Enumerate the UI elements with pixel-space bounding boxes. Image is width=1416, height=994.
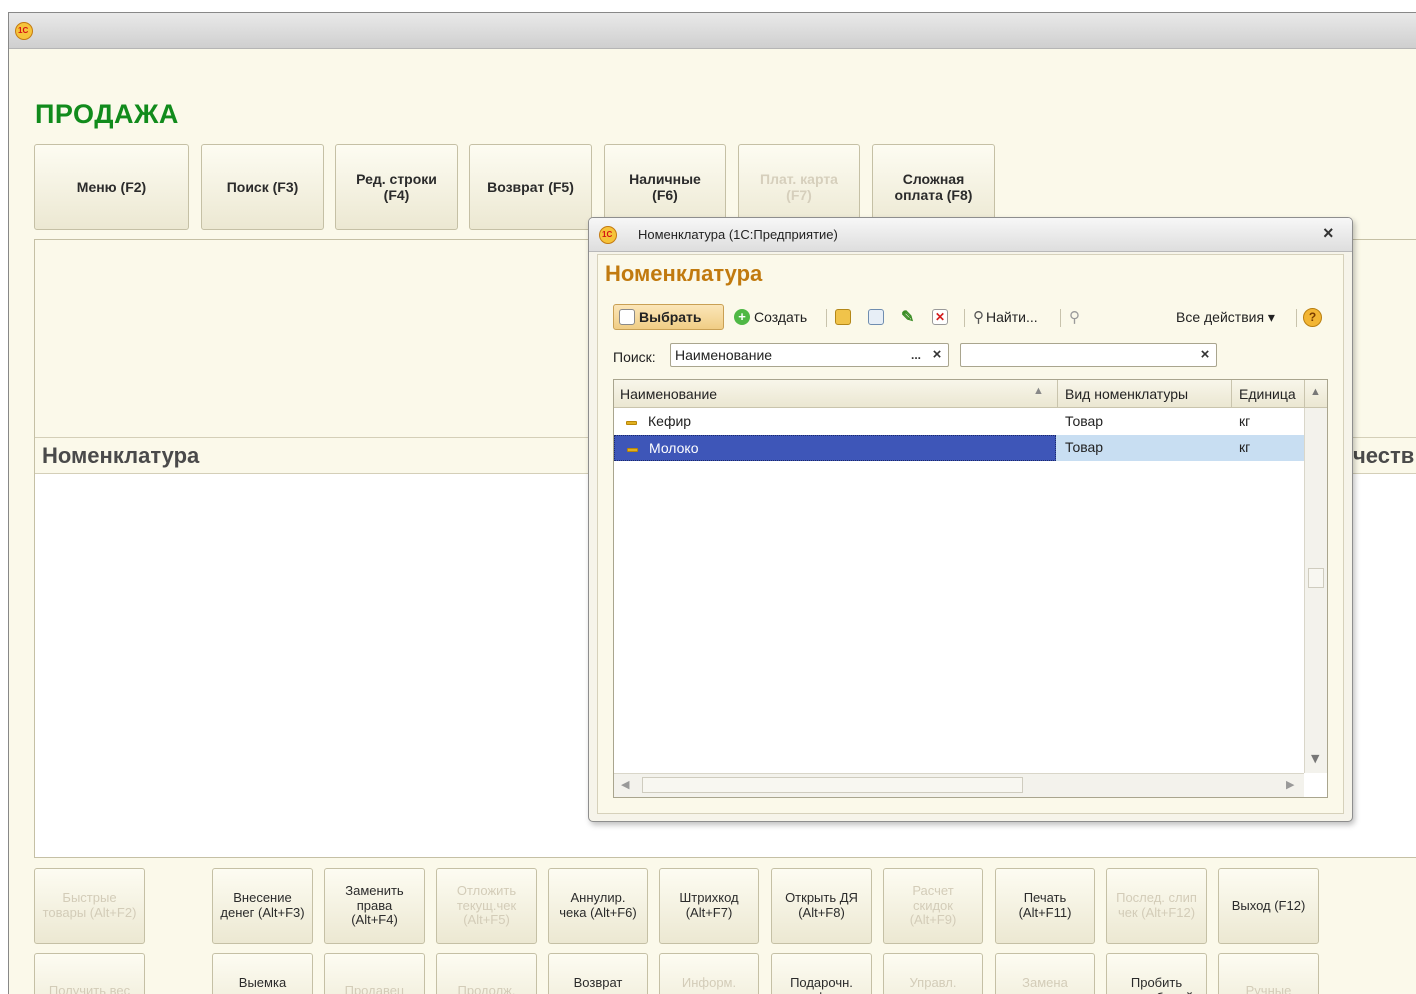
vertical-scrollbar[interactable]: ▼ (1304, 408, 1327, 773)
nomenclature-table: Наименование ▲ Вид номенклатуры Единица … (613, 379, 1328, 798)
help-icon[interactable]: ? (1303, 304, 1325, 330)
table-row[interactable]: Кефир Товар кг (614, 409, 1304, 435)
scroll-thumb[interactable] (1308, 568, 1324, 588)
edit-pencil-icon[interactable]: ✎ (901, 304, 921, 330)
quick-goods-button[interactable]: Быстрые товары (Alt+F2) (34, 868, 145, 944)
manage-discounts-button[interactable]: Управл. скидки (883, 953, 983, 994)
all-actions-menu[interactable]: Все действия ▾ (1176, 304, 1296, 330)
barcode-button[interactable]: Штрихкод (Alt+F7) (659, 868, 759, 944)
hscroll-thumb[interactable] (642, 777, 1023, 793)
seller-button[interactable]: Продавец (324, 953, 425, 994)
last-slip-button[interactable]: Послед. слип чек (Alt+F12) (1106, 868, 1207, 944)
page-title: ПРОДАЖА (35, 99, 179, 129)
search-input[interactable] (960, 343, 1217, 367)
add-folder-icon[interactable] (835, 304, 855, 330)
item-icon (626, 421, 637, 425)
exit-button[interactable]: Выход (F12) (1218, 868, 1319, 944)
column-header-name[interactable]: Наименование (620, 386, 717, 402)
magnifier-icon: ⚲ (973, 309, 984, 326)
replace-card-button[interactable]: Замена карты (995, 953, 1095, 994)
clear-search-icon[interactable]: × (1195, 345, 1215, 365)
dialog-titlebar[interactable]: 1С Номенклатура (1С:Предприятие) × (589, 218, 1352, 252)
row-unit: кг (1239, 439, 1251, 455)
scroll-up-icon[interactable]: ▲ (1310, 386, 1321, 398)
cancel-search-icon[interactable]: ⚲ (1069, 304, 1091, 330)
row-unit: кг (1239, 413, 1251, 429)
dialog-title: Номенклатура (1С:Предприятие) (638, 227, 838, 242)
column-header-unit[interactable]: Единица (1239, 386, 1296, 402)
open-drawer-button[interactable]: Открыть ДЯ (Alt+F8) (771, 868, 872, 944)
scroll-down-icon[interactable]: ▼ (1311, 752, 1319, 765)
horizontal-scrollbar[interactable]: ◀ ▶ (614, 773, 1304, 797)
create-button[interactable]: + Создать (734, 304, 819, 330)
customer-return-button[interactable]: Возврат покупателя (548, 953, 648, 994)
change-rights-button[interactable]: Заменить права (Alt+F4) (324, 868, 425, 944)
calc-discounts-button[interactable]: Расчет скидок (Alt+F9) (883, 868, 983, 944)
selected-cell[interactable]: Молоко (614, 435, 1056, 461)
nomenclature-dialog: 1С Номенклатура (1С:Предприятие) × Номен… (588, 217, 1353, 822)
quantity-column-header[interactable]: честв (1353, 443, 1414, 469)
row-name: Молоко (649, 440, 699, 456)
plus-circle-icon: + (734, 309, 750, 325)
close-icon[interactable]: × (1323, 223, 1334, 244)
dialog-heading: Номенклатура (605, 261, 763, 286)
get-weight-button[interactable]: Получить вес (34, 953, 145, 994)
search-button[interactable]: Поиск (F3) (201, 144, 324, 230)
cash-in-button[interactable]: Внесение денег (Alt+F3) (212, 868, 313, 944)
1c-logo-icon[interactable]: 1С (15, 22, 33, 40)
cancel-check-button[interactable]: Аннулир. чека (Alt+F6) (548, 868, 648, 944)
item-icon (627, 448, 638, 452)
find-button[interactable]: ⚲ Найти... (973, 304, 1055, 330)
row-kind: Товар (1065, 413, 1104, 429)
table-row-selected[interactable]: Молоко Товар кг (614, 435, 1304, 461)
return-button[interactable]: Возврат (F5) (469, 144, 592, 230)
scroll-left-icon[interactable]: ◀ (621, 778, 629, 791)
row-name: Кефир (648, 413, 692, 429)
delete-icon[interactable]: ✕ (932, 304, 954, 330)
toolbar-separator (1296, 309, 1297, 327)
punch-unpunched-button[interactable]: Пробить непробитый (1106, 953, 1207, 994)
ellipsis-button[interactable]: ... (906, 345, 926, 365)
gift-certificates-button[interactable]: Подарочн. сертификаты (771, 953, 872, 994)
menu-button[interactable]: Меню (F2) (34, 144, 189, 230)
main-titlebar[interactable]: 1С (9, 13, 1416, 49)
clear-field-icon[interactable]: × (927, 345, 947, 365)
nomenclature-column-header[interactable]: Номенклатура (42, 443, 199, 469)
row-kind: Товар (1065, 439, 1104, 455)
copy-icon[interactable] (868, 304, 888, 330)
column-header-kind[interactable]: Вид номенклатуры (1065, 386, 1188, 402)
select-icon (619, 309, 635, 325)
scroll-right-icon[interactable]: ▶ (1286, 778, 1294, 791)
toolbar-separator (826, 309, 827, 327)
sort-icon[interactable]: ▲ (1033, 385, 1044, 397)
table-header: Наименование ▲ Вид номенклатуры Единица … (614, 380, 1327, 408)
search-label: Поиск: (613, 349, 656, 365)
postpone-check-button[interactable]: Отложить текущ.чек (Alt+F5) (436, 868, 537, 944)
toolbar-separator (1060, 309, 1061, 327)
select-button[interactable]: Выбрать (613, 304, 724, 330)
continue-button[interactable]: Продолж. (436, 953, 537, 994)
1c-logo-icon: 1С (599, 226, 617, 244)
manual-button[interactable]: Ручные (1218, 953, 1319, 994)
edit-line-button[interactable]: Ред. строки (F4) (335, 144, 458, 230)
print-button[interactable]: Печать (Alt+F11) (995, 868, 1095, 944)
cash-out-button[interactable]: Выемка денег (212, 953, 313, 994)
toolbar-separator (964, 309, 965, 327)
info-card-button[interactable]: Информ. карта (659, 953, 759, 994)
